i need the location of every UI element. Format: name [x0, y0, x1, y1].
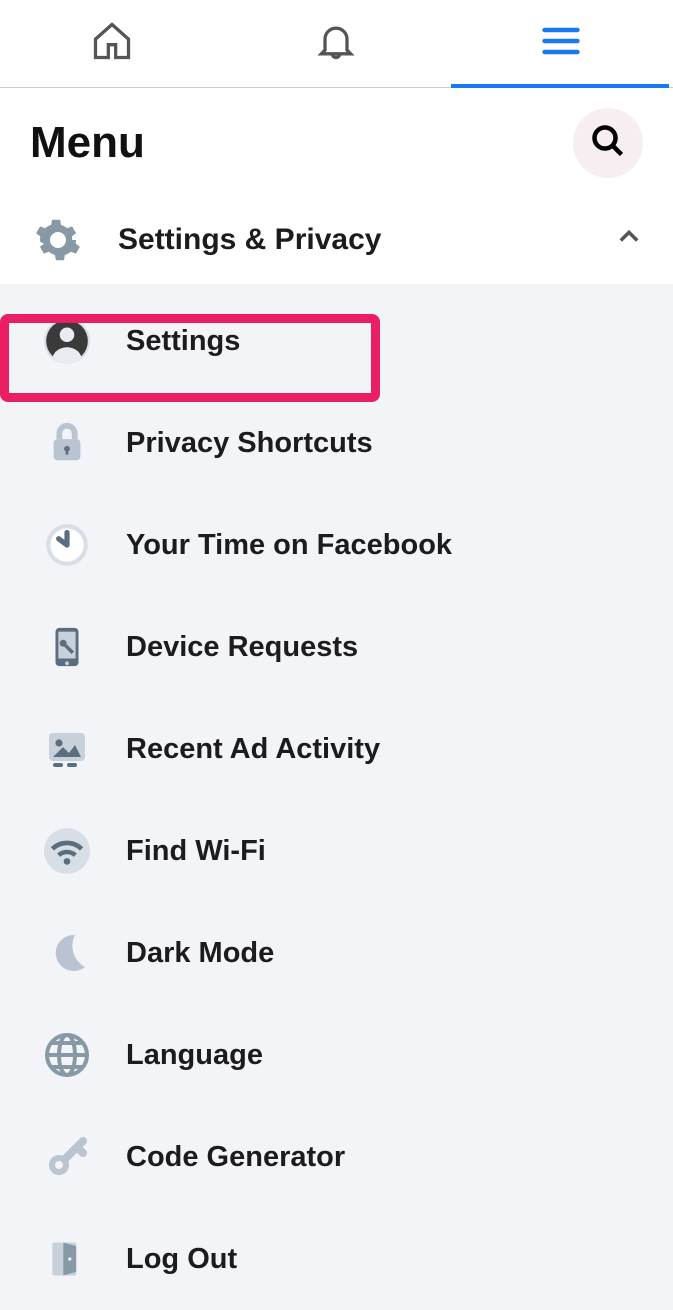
- menu-item-settings[interactable]: Settings: [0, 290, 673, 392]
- chevron-up-icon: [615, 223, 643, 258]
- hamburger-icon: [539, 19, 583, 68]
- menu-item-label: Device Requests: [126, 631, 358, 664]
- menu-item-label: Your Time on Facebook: [126, 529, 452, 562]
- settings-privacy-list: Settings Privacy Shortcuts Your Time on …: [0, 284, 673, 1310]
- menu-item-code-generator[interactable]: Code Generator: [0, 1106, 673, 1208]
- menu-item-label: Code Generator: [126, 1141, 345, 1174]
- top-nav: [0, 0, 673, 88]
- home-icon: [90, 19, 134, 68]
- image-icon: [40, 722, 94, 776]
- menu-item-privacy-shortcuts[interactable]: Privacy Shortcuts: [0, 392, 673, 494]
- tab-notifications[interactable]: [224, 0, 448, 87]
- menu-item-label: Recent Ad Activity: [126, 733, 380, 766]
- globe-icon: [40, 1028, 94, 1082]
- menu-item-recent-ad-activity[interactable]: Recent Ad Activity: [0, 698, 673, 800]
- wifi-icon: [40, 824, 94, 878]
- menu-item-dark-mode[interactable]: Dark Mode: [0, 902, 673, 1004]
- menu-item-label: Language: [126, 1039, 263, 1072]
- page-title: Menu: [30, 118, 145, 168]
- bell-icon: [314, 19, 358, 68]
- menu-item-log-out[interactable]: Log Out: [0, 1208, 673, 1310]
- active-tab-indicator: [451, 84, 669, 88]
- tab-menu[interactable]: [449, 0, 673, 87]
- section-title: Settings & Privacy: [118, 223, 583, 257]
- key-icon: [40, 1130, 94, 1184]
- menu-item-label: Settings: [126, 325, 240, 358]
- person-circle-icon: [40, 314, 94, 368]
- phone-key-icon: [40, 620, 94, 674]
- menu-item-label: Find Wi-Fi: [126, 835, 266, 868]
- door-icon: [40, 1232, 94, 1286]
- menu-item-label: Log Out: [126, 1243, 237, 1276]
- clock-icon: [40, 518, 94, 572]
- menu-header: Menu: [0, 88, 673, 196]
- search-button[interactable]: [573, 108, 643, 178]
- moon-icon: [40, 926, 94, 980]
- search-icon: [590, 123, 626, 164]
- lock-icon: [40, 416, 94, 470]
- menu-item-find-wifi[interactable]: Find Wi-Fi: [0, 800, 673, 902]
- menu-item-device-requests[interactable]: Device Requests: [0, 596, 673, 698]
- menu-item-time-on-facebook[interactable]: Your Time on Facebook: [0, 494, 673, 596]
- menu-item-language[interactable]: Language: [0, 1004, 673, 1106]
- gear-icon: [30, 212, 86, 268]
- tab-home[interactable]: [0, 0, 224, 87]
- menu-item-label: Dark Mode: [126, 937, 274, 970]
- menu-item-label: Privacy Shortcuts: [126, 427, 373, 460]
- settings-privacy-section[interactable]: Settings & Privacy: [0, 196, 673, 284]
